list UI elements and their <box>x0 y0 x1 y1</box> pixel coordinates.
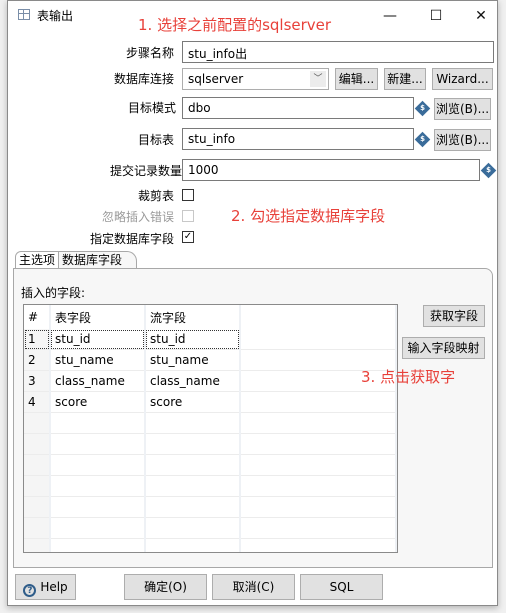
row-number: 1 <box>24 329 51 350</box>
commit-size-label: 提交记录数量 <box>109 164 182 178</box>
maximize-button[interactable]: ☐ <box>422 5 450 27</box>
new-connection-button[interactable]: 新建... <box>384 68 426 90</box>
step-name-input[interactable]: stu_info出 <box>182 41 494 63</box>
table-row[interactable]: 2 stu_name stu_name <box>24 349 397 371</box>
cancel-button[interactable]: 取消(C) <box>212 574 295 600</box>
variable-icon: $ <box>414 100 431 117</box>
connection-select[interactable]: sqlserver ﹀ <box>182 68 329 90</box>
annotation-2: 2. 勾选指定数据库字段 <box>231 207 386 225</box>
browse-table-button[interactable]: 浏览(B)... <box>434 129 491 151</box>
chevron-down-icon[interactable]: ﹀ <box>310 71 326 87</box>
help-icon: ? <box>23 584 37 597</box>
ignore-errors-label: 忽略插入错误 <box>101 210 174 224</box>
schema-label: 目标模式 <box>127 101 176 115</box>
stream-field-cell[interactable]: stu_name <box>145 349 241 371</box>
field-mapping-table: # 表字段 流字段 1 stu_id stu_id 2 stu_name stu… <box>23 304 398 553</box>
row-number: 2 <box>24 349 51 371</box>
help-button[interactable]: ? Help <box>15 574 76 600</box>
table-field-cell[interactable]: stu_id <box>50 329 146 350</box>
browse-schema-button[interactable]: 浏览(B)... <box>434 98 491 120</box>
target-table-input[interactable]: stu_info <box>182 128 414 150</box>
specify-fields-label: 指定数据库字段 <box>89 232 174 246</box>
row-number: 3 <box>24 370 51 392</box>
empty-row <box>24 475 397 497</box>
table-row[interactable]: 3 class_name class_name <box>24 370 397 392</box>
column-header-number[interactable]: # <box>24 305 51 329</box>
row-number: 4 <box>24 391 51 413</box>
table-field-cell[interactable]: score <box>50 391 146 413</box>
empty-row <box>24 433 397 455</box>
window-title: 表输出 <box>37 9 74 23</box>
column-header-table-field[interactable]: 表字段 <box>50 305 146 329</box>
step-name-label: 步骤名称 <box>125 46 174 60</box>
column-header-stream-field[interactable]: 流字段 <box>145 305 241 329</box>
edit-connection-button[interactable]: 编辑... <box>335 68 378 90</box>
stream-field-cell[interactable]: stu_id <box>145 329 241 350</box>
variable-icon: $ <box>480 162 497 179</box>
table-output-dialog: 表输出 — ☐ ✕ 1. 选择之前配置的sqlserver 步骤名称 stu_i… <box>7 0 498 606</box>
variable-icon: $ <box>414 131 431 148</box>
table-row[interactable]: 1 stu_id stu_id <box>24 329 397 350</box>
empty-row <box>24 454 397 476</box>
truncate-table-label: 裁剪表 <box>137 189 174 203</box>
fields-title: 插入的字段: <box>21 286 86 300</box>
annotation-3: 3. 点击获取字 <box>361 368 456 386</box>
empty-row <box>24 496 397 518</box>
tab-database-fields[interactable]: 数据库字段 <box>58 251 138 269</box>
empty-row <box>24 412 397 434</box>
wizard-button[interactable]: Wizard... <box>432 68 493 90</box>
ignore-errors-checkbox[interactable] <box>182 210 194 222</box>
connection-label: 数据库连接 <box>113 72 174 86</box>
annotation-1: 1. 选择之前配置的sqlserver <box>138 16 332 34</box>
specify-fields-checkbox[interactable]: ✓ <box>182 231 194 243</box>
ok-button[interactable]: 确定(O) <box>124 574 207 600</box>
table-row[interactable]: 4 score score <box>24 391 397 413</box>
stream-field-cell[interactable]: score <box>145 391 241 413</box>
connection-value: sqlserver <box>188 72 244 86</box>
empty-row <box>24 538 397 552</box>
table-field-cell[interactable]: class_name <box>50 370 146 392</box>
minimize-button[interactable]: — <box>376 5 404 27</box>
empty-row <box>24 517 397 539</box>
input-field-mapping-button[interactable]: 输入字段映射 <box>402 337 485 359</box>
table-icon <box>18 9 30 20</box>
table-header: # 表字段 流字段 <box>24 305 397 329</box>
tab-main-options[interactable]: 主选项 <box>15 251 60 269</box>
target-table-label: 目标表 <box>137 133 174 147</box>
get-fields-button[interactable]: 获取字段 <box>423 305 485 327</box>
commit-size-input[interactable]: 1000 <box>182 159 480 181</box>
sql-button[interactable]: SQL <box>300 574 383 600</box>
table-field-cell[interactable]: stu_name <box>50 349 146 371</box>
stream-field-cell[interactable]: class_name <box>145 370 241 392</box>
close-button[interactable]: ✕ <box>467 5 495 27</box>
truncate-table-checkbox[interactable] <box>182 189 194 201</box>
schema-input[interactable]: dbo <box>182 97 414 119</box>
column-header-empty <box>240 305 397 329</box>
